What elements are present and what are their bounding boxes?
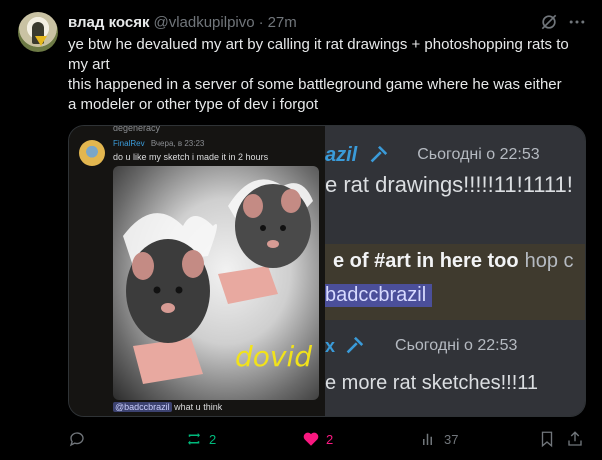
more-options-svg: [569, 20, 585, 24]
tweet-text-line: ye btw he devalued my art by calling it …: [68, 36, 569, 53]
author-avatar[interactable]: [18, 12, 58, 52]
hammer-icon: [346, 336, 364, 354]
message-text-1: e rat drawings!!!!!11!1111!: [325, 172, 573, 197]
reply-button[interactable]: [68, 428, 92, 450]
message-text-2-bold: e of #art in here too: [333, 250, 519, 272]
discord-left-screenshot: degeneracy FinalRev Вчера, в 23:23 do u …: [69, 125, 325, 416]
views-icon: [423, 433, 432, 445]
discord-right-screenshot: azil Сьогодні о 22:53 e rat drawings!!!!…: [325, 126, 585, 416]
avatar-triangle: [35, 36, 47, 46]
tweet-header: влад косяк @vladkupilpivo · 27m: [68, 12, 297, 32]
tweet-text-line: my art: [68, 56, 110, 73]
views-button[interactable]: 37: [420, 428, 458, 450]
hammer-icon: [370, 145, 388, 163]
message-timestamp: Вчера, в 23:23: [150, 139, 205, 148]
grok-icon[interactable]: [538, 11, 560, 33]
bookmark-button[interactable]: [538, 428, 556, 450]
repost-count: 2: [209, 431, 217, 447]
message-user-name: FinalRev: [113, 139, 145, 148]
rat-drawing-svg: dovid: [123, 179, 313, 384]
tweet-text: ye btw he devalued my art by calling it …: [68, 35, 592, 115]
signature-text: dovid: [235, 340, 312, 373]
header-separator: ·: [258, 13, 264, 31]
channel-label: degeneracy: [113, 125, 161, 133]
message-text-2: e of #art in here too hop c: [333, 250, 574, 273]
message-text-2-rest: hop c: [524, 250, 574, 272]
message-text: do u like my sketch i made it in 2 hours: [113, 152, 269, 162]
message-header-1: azil Сьогодні о 22:53: [325, 140, 540, 170]
share-button[interactable]: [566, 428, 584, 450]
share-icon: [568, 431, 582, 446]
reply-icon: [69, 432, 84, 447]
rat-sketch-artwork: dovid: [113, 166, 319, 400]
heart-icon: [303, 432, 319, 446]
tweet-text-line: a modeler or other type of dev i forgot: [68, 96, 319, 113]
tweet-media-image[interactable]: degeneracy FinalRev Вчера, в 23:23 do u …: [68, 125, 586, 417]
message-header-2: x Сьогодні о 22:53: [325, 332, 517, 360]
user-name-2: x: [325, 335, 336, 356]
more-options-icon[interactable]: [566, 11, 588, 33]
message-avatar: [79, 140, 105, 166]
tweet-text-line: this happened in a server of some battle…: [68, 76, 562, 93]
repost-button[interactable]: 2: [185, 428, 216, 450]
user-name-1: azil: [325, 143, 358, 166]
mention-tag: @badccbrazil: [113, 402, 172, 412]
repost-icon: [188, 433, 200, 445]
message-username: FinalRev Вчера, в 23:23: [113, 139, 204, 148]
tweet-action-bar: 2 2 37: [68, 428, 592, 450]
timestamp-1: Сьогодні о 22:53: [417, 146, 540, 163]
grok-icon-svg: [541, 14, 557, 30]
timestamp-2: Сьогодні о 22:53: [395, 337, 518, 354]
like-button[interactable]: 2: [302, 428, 333, 450]
mention-tag-large: badccbrazil: [325, 284, 433, 307]
mention-line: @badccbrazil what u think: [113, 402, 222, 412]
view-count: 37: [444, 431, 459, 447]
message-text-3: e more rat sketches!!!11: [325, 372, 539, 394]
mention-trailing-text: what u think: [171, 402, 223, 412]
author-name[interactable]: влад косяк: [68, 14, 149, 31]
bookmark-icon: [541, 431, 553, 448]
tweet-time[interactable]: 27m: [268, 14, 297, 31]
like-count: 2: [326, 431, 334, 447]
author-handle[interactable]: @vladkupilpivo: [153, 14, 254, 31]
